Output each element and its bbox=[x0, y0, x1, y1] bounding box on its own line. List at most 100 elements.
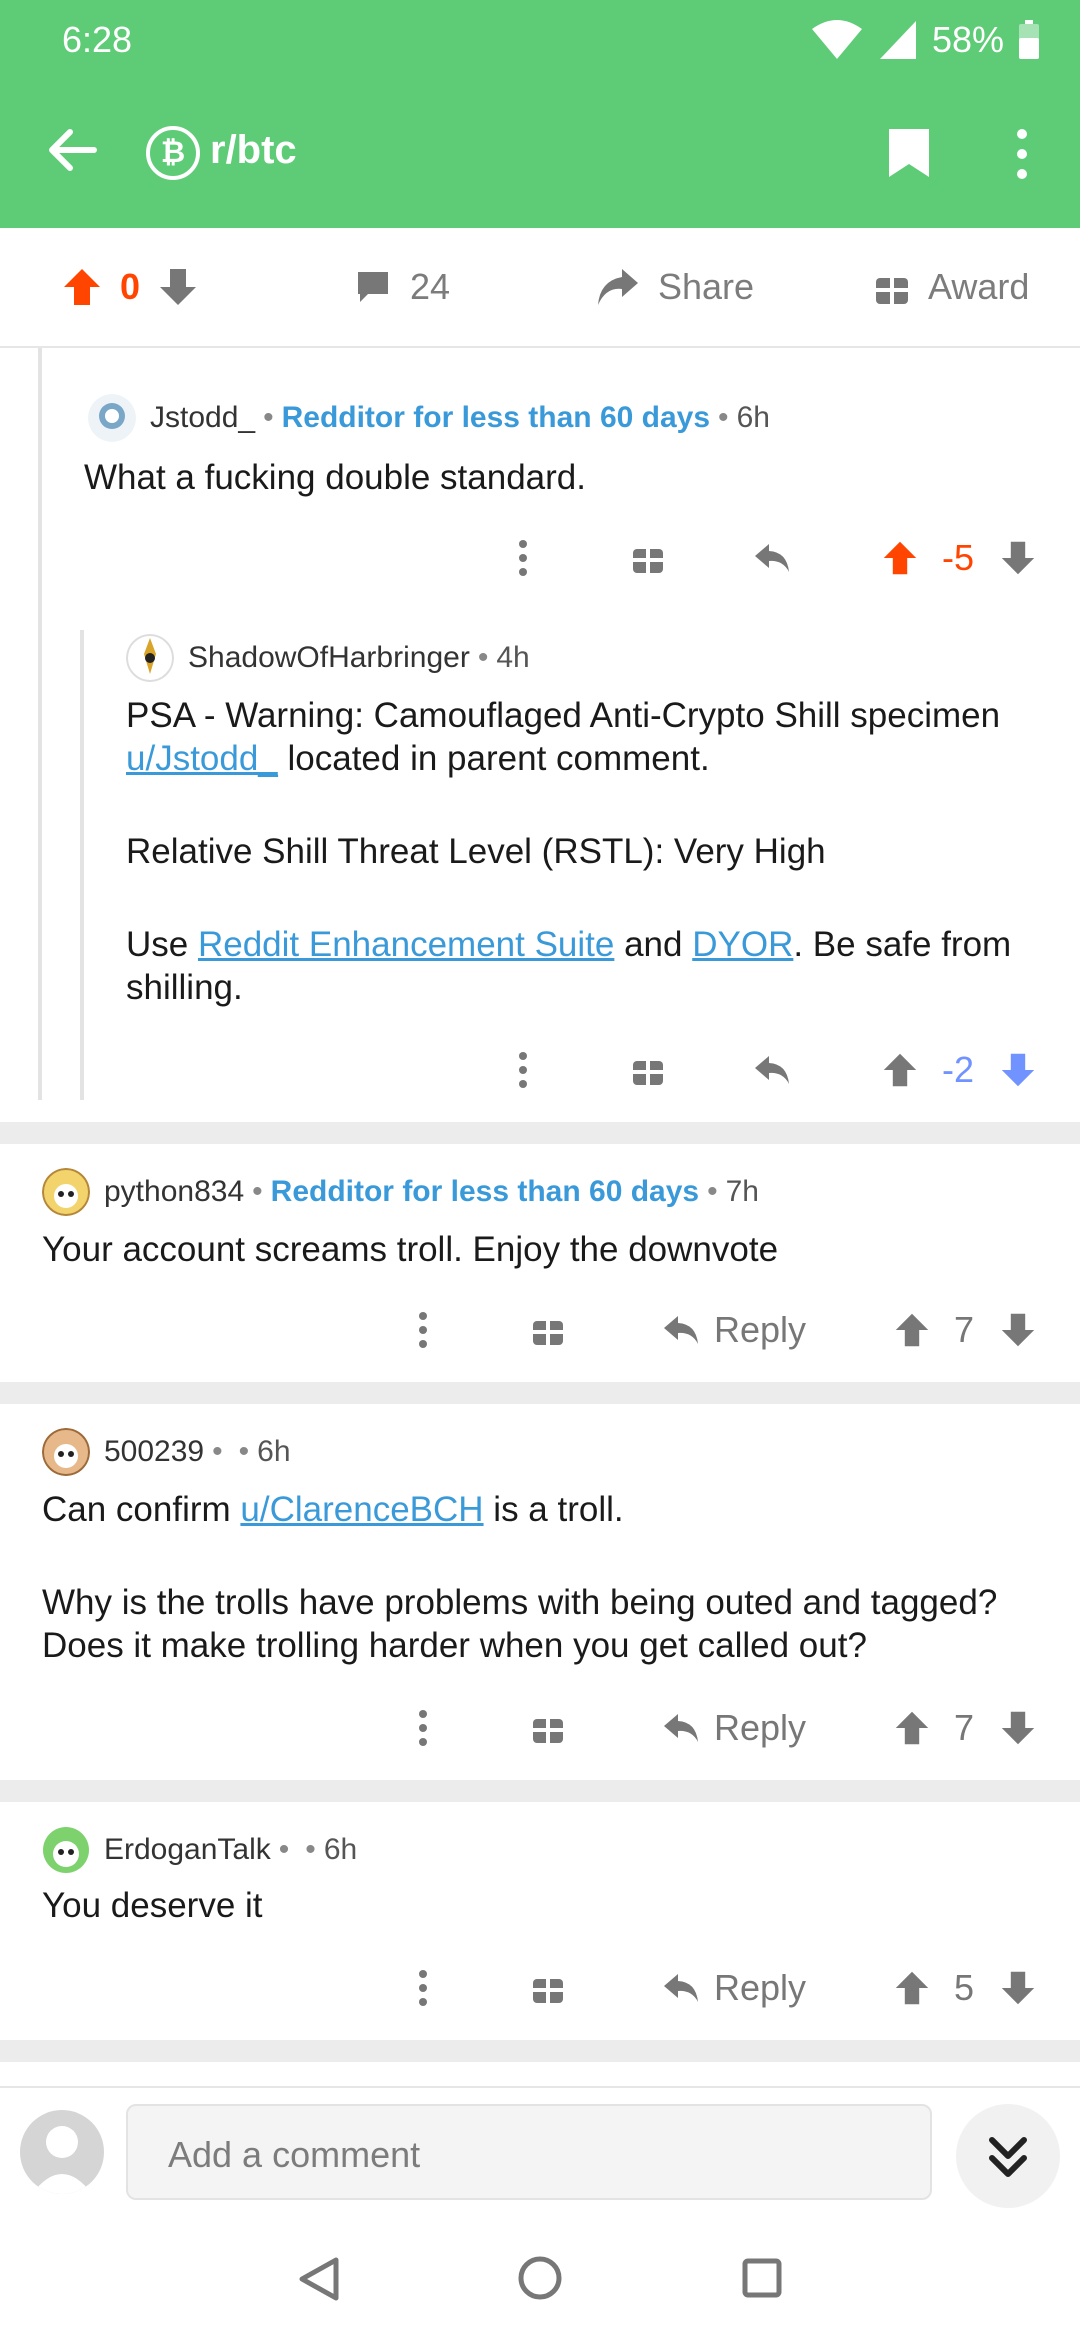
top-bar: 6:28 58% ₿ r/btc bbox=[0, 0, 1080, 228]
downvote-arrow-icon[interactable] bbox=[998, 1958, 1038, 2018]
comment-time: 6h bbox=[736, 401, 770, 434]
comment-more-icon[interactable] bbox=[408, 1958, 438, 2018]
status-time: 6:28 bbox=[62, 19, 133, 60]
avatar[interactable] bbox=[88, 394, 136, 442]
share-button[interactable]: Share bbox=[596, 266, 754, 308]
award-label: Award bbox=[928, 266, 1030, 307]
author-flair: Redditor for less than 60 days bbox=[281, 401, 711, 434]
comment-separator bbox=[0, 1780, 1080, 1802]
reply-button[interactable]: Reply bbox=[654, 1698, 814, 1758]
downvote-arrow-icon[interactable] bbox=[158, 267, 198, 307]
comment-toolbar: Reply 7 bbox=[0, 1300, 1080, 1360]
downvote-arrow-icon[interactable] bbox=[998, 1698, 1038, 1758]
reply-arrow-icon[interactable] bbox=[752, 1040, 792, 1100]
avatar[interactable] bbox=[42, 1428, 90, 1476]
comment-meta: python834 • Redditor for less than 60 da… bbox=[42, 1168, 759, 1216]
comment-time: 7h bbox=[725, 1175, 759, 1208]
gift-icon[interactable] bbox=[528, 1958, 568, 2018]
nav-recents-icon[interactable] bbox=[742, 2258, 782, 2298]
reply-label: Reply bbox=[713, 1309, 807, 1350]
avatar[interactable] bbox=[126, 634, 174, 682]
back-arrow-icon[interactable] bbox=[44, 122, 100, 178]
reply-arrow-icon bbox=[663, 1316, 698, 1344]
post-action-bar: 0 24 Share Award bbox=[0, 228, 1080, 348]
comment-author[interactable]: python834 bbox=[104, 1175, 244, 1209]
comment-author[interactable]: ShadowOfHarbringer bbox=[188, 641, 470, 675]
battery-percent: 58% bbox=[931, 19, 1004, 60]
comment-score: -5 bbox=[941, 537, 974, 578]
comment-more-icon[interactable] bbox=[508, 1040, 538, 1100]
reply-button[interactable]: Reply bbox=[654, 1958, 814, 2018]
avatar[interactable] bbox=[42, 1168, 90, 1216]
upvote-arrow-icon[interactable] bbox=[62, 267, 102, 307]
wifi-icon bbox=[811, 20, 862, 59]
downvote-arrow-icon[interactable] bbox=[998, 1300, 1038, 1360]
reply-button[interactable]: Reply bbox=[654, 1300, 814, 1360]
downvote-arrow-icon[interactable] bbox=[998, 1040, 1038, 1100]
comment-author[interactable]: Jstodd_ bbox=[150, 401, 255, 435]
system-nav-bar bbox=[0, 2216, 1080, 2340]
award-button[interactable]: Award bbox=[874, 266, 1029, 308]
upvote-arrow-icon[interactable] bbox=[892, 1300, 932, 1360]
comment-separator bbox=[0, 1382, 1080, 1404]
comment-time: 4h bbox=[496, 641, 530, 674]
comments-count-button[interactable]: 24 bbox=[354, 266, 450, 308]
upvote-arrow-icon[interactable] bbox=[880, 1040, 920, 1100]
comment-more-icon[interactable] bbox=[508, 528, 538, 588]
comment-toolbar: Reply 7 bbox=[0, 1698, 1080, 1758]
comment-meta: Jstodd_ • Redditor for less than 60 days… bbox=[88, 394, 770, 442]
share-arrow-icon bbox=[598, 269, 638, 305]
status-bar: 6:28 58% bbox=[62, 14, 1040, 66]
scroll-down-button[interactable] bbox=[956, 2104, 1060, 2208]
comment-meta: ErdoganTalk • • 6h bbox=[42, 1826, 357, 1874]
cell-signal-icon bbox=[879, 21, 916, 59]
gift-icon[interactable] bbox=[628, 528, 668, 588]
upvote-arrow-icon[interactable] bbox=[880, 528, 920, 588]
thread-line bbox=[38, 348, 42, 1100]
comment-score: 5 bbox=[953, 1967, 975, 2008]
user-link[interactable]: u/Jstodd_ bbox=[126, 739, 278, 778]
nav-back-icon[interactable] bbox=[298, 2256, 340, 2302]
more-options-icon[interactable] bbox=[1010, 126, 1034, 182]
user-link[interactable]: u/ClarenceBCH bbox=[240, 1490, 483, 1529]
comment-meta: ShadowOfHarbringer • 4h bbox=[126, 634, 530, 682]
subreddit-name[interactable]: r/btc bbox=[210, 128, 297, 173]
avatar[interactable] bbox=[42, 1826, 90, 1874]
add-comment-input[interactable]: Add a comment bbox=[126, 2104, 932, 2200]
comment-meta: 500239 • • 6h bbox=[42, 1428, 291, 1476]
comment-bubble-icon bbox=[358, 272, 388, 302]
comment-time: 6h bbox=[257, 1435, 291, 1468]
bookmark-icon[interactable] bbox=[886, 126, 932, 180]
reply-arrow-icon[interactable] bbox=[752, 528, 792, 588]
comment-author[interactable]: 500239 bbox=[104, 1435, 204, 1469]
upvote-arrow-icon[interactable] bbox=[892, 1958, 932, 2018]
comment-toolbar: -5 bbox=[0, 528, 1080, 588]
comment-more-icon[interactable] bbox=[408, 1300, 438, 1360]
comment-separator bbox=[0, 1122, 1080, 1144]
res-link[interactable]: Reddit Enhancement Suite bbox=[198, 925, 614, 964]
nav-home-icon[interactable] bbox=[518, 2256, 562, 2300]
comment-body: You deserve it bbox=[42, 1886, 263, 1925]
downvote-arrow-icon[interactable] bbox=[998, 528, 1038, 588]
comment-separator bbox=[0, 2040, 1080, 2062]
gift-icon[interactable] bbox=[528, 1300, 568, 1360]
comment-author[interactable]: ErdoganTalk bbox=[104, 1833, 271, 1867]
gift-icon[interactable] bbox=[628, 1040, 668, 1100]
share-label: Share bbox=[658, 266, 755, 307]
battery-icon bbox=[1019, 20, 1039, 59]
comment-toolbar: Reply 5 bbox=[0, 1958, 1080, 2018]
comment-toolbar: -2 bbox=[0, 1040, 1080, 1100]
subreddit-icon[interactable]: ₿ bbox=[146, 126, 200, 180]
dyor-link[interactable]: DYOR bbox=[692, 925, 793, 964]
comment-more-icon[interactable] bbox=[408, 1698, 438, 1758]
reply-label: Reply bbox=[713, 1967, 807, 2008]
gift-icon[interactable] bbox=[528, 1698, 568, 1758]
post-score: 0 bbox=[120, 266, 141, 307]
reply-arrow-icon bbox=[663, 1714, 698, 1742]
comment-score: -2 bbox=[941, 1049, 974, 1090]
comment-time: 6h bbox=[323, 1833, 358, 1866]
comment-body: PSA - Warning: Camouflaged Anti-Crypto S… bbox=[126, 696, 1012, 1007]
upvote-arrow-icon[interactable] bbox=[892, 1698, 932, 1758]
user-avatar[interactable] bbox=[20, 2110, 104, 2194]
comment-composer: Add a comment bbox=[0, 2086, 1080, 2216]
